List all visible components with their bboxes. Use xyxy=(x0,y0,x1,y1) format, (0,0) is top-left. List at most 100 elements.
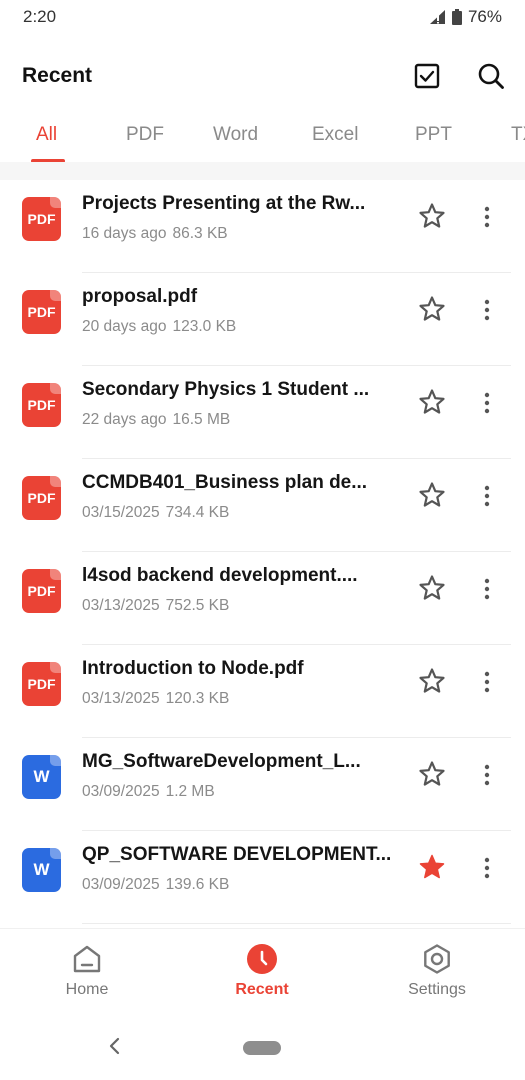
tab-all[interactable]: All xyxy=(36,124,57,146)
file-date: 03/15/2025 xyxy=(82,504,160,521)
file-row[interactable]: PDF Projects Presenting at the Rw... 16 … xyxy=(0,180,525,273)
file-row[interactable]: PDF l4sod backend development.... 03/13/… xyxy=(0,552,525,645)
pdf-file-icon: PDF xyxy=(22,290,61,334)
file-name: Introduction to Node.pdf xyxy=(82,658,304,679)
star-outline-icon[interactable] xyxy=(418,295,446,323)
clock-icon xyxy=(247,944,277,974)
file-meta: 16 days ago 86.3 KB xyxy=(82,225,228,243)
tabs-separator xyxy=(0,162,525,180)
nav-settings[interactable]: Settings xyxy=(382,943,492,999)
file-size: 86.3 KB xyxy=(172,225,228,242)
star-outline-icon[interactable] xyxy=(418,481,446,509)
star-outline-icon[interactable] xyxy=(418,388,446,416)
word-file-icon: W xyxy=(22,848,61,892)
recent-file-list: PDF Projects Presenting at the Rw... 16 … xyxy=(0,180,525,928)
file-row[interactable]: PDF Secondary Physics 1 Student ... 22 d… xyxy=(0,366,525,459)
file-row[interactable]: PDF Introduction to Node.pdf 03/13/2025 1… xyxy=(0,645,525,738)
file-date: 22 days ago xyxy=(82,411,167,428)
star-outline-icon[interactable] xyxy=(418,760,446,788)
file-type-label: PDF xyxy=(27,304,56,320)
more-options-icon[interactable] xyxy=(476,295,498,325)
file-name: QP_SOFTWARE DEVELOPMENT... xyxy=(82,844,392,865)
nav-recent[interactable]: Recent xyxy=(207,943,317,999)
file-type-label: W xyxy=(33,860,50,879)
file-row[interactable]: W MG_SoftwareDevelopment_L... 03/09/2025… xyxy=(0,738,525,831)
checkbox-icon[interactable] xyxy=(412,61,442,91)
more-options-icon[interactable] xyxy=(476,388,498,418)
file-date: 03/13/2025 xyxy=(82,690,160,707)
file-meta: 03/15/2025 734.4 KB xyxy=(82,504,229,522)
file-meta: 22 days ago 16.5 MB xyxy=(82,411,230,429)
search-icon[interactable] xyxy=(476,61,506,91)
more-options-icon[interactable] xyxy=(476,853,498,883)
more-options-icon[interactable] xyxy=(476,481,498,511)
tab-excel[interactable]: Excel xyxy=(312,124,358,146)
more-options-icon[interactable] xyxy=(476,574,498,604)
file-meta: 03/09/2025 139.6 KB xyxy=(82,876,229,894)
star-outline-icon[interactable] xyxy=(418,667,446,695)
pdf-file-icon: PDF xyxy=(22,476,61,520)
pdf-file-icon: PDF xyxy=(22,569,61,613)
status-time: 2:20 xyxy=(23,7,57,26)
more-options-icon[interactable] xyxy=(476,760,498,790)
file-row[interactable]: W QP_SOFTWARE DEVELOPMENT... 03/09/2025 1… xyxy=(0,831,525,924)
file-date: 16 days ago xyxy=(82,225,167,242)
file-date: 20 days ago xyxy=(82,318,167,335)
file-row[interactable]: PDF CCMDB401_Business plan de... 03/15/2… xyxy=(0,459,525,552)
file-name: Projects Presenting at the Rw... xyxy=(82,193,366,214)
file-size: 1.2 MB xyxy=(165,783,215,800)
file-size: 16.5 MB xyxy=(172,411,231,428)
settings-icon xyxy=(424,944,450,974)
tab-txt[interactable]: TXT xyxy=(511,124,525,146)
file-meta: 03/13/2025 120.3 KB xyxy=(82,690,229,708)
more-options-icon[interactable] xyxy=(476,202,498,232)
nav-settings-label: Settings xyxy=(408,981,466,998)
file-type-label: PDF xyxy=(27,676,56,692)
file-date: 03/09/2025 xyxy=(82,876,160,893)
file-meta: 20 days ago 123.0 KB xyxy=(82,318,236,336)
file-size: 734.4 KB xyxy=(165,504,230,521)
home-icon xyxy=(73,945,101,973)
star-outline-icon[interactable] xyxy=(418,202,446,230)
status-indicators: 76% xyxy=(429,7,502,27)
file-type-label: PDF xyxy=(27,397,56,413)
home-pill[interactable] xyxy=(243,1041,281,1055)
file-size: 120.3 KB xyxy=(165,690,230,707)
app-header: Recent xyxy=(0,50,525,102)
file-size: 139.6 KB xyxy=(165,876,230,893)
tab-ppt[interactable]: PPT xyxy=(415,124,452,146)
file-meta: 03/13/2025 752.5 KB xyxy=(82,597,229,615)
nav-home-label: Home xyxy=(65,981,109,998)
nav-home[interactable]: Home xyxy=(32,943,142,999)
file-name: proposal.pdf xyxy=(82,286,198,307)
battery-icon xyxy=(451,9,462,25)
pdf-file-icon: PDF xyxy=(22,197,61,241)
star-outline-icon[interactable] xyxy=(418,574,446,602)
signal-icon xyxy=(429,10,445,24)
file-type-tabs: All PDF Word Excel PPT TXT xyxy=(0,112,525,162)
battery-percent: 76% xyxy=(467,7,502,26)
file-type-label: PDF xyxy=(27,490,56,506)
system-navigation-bar xyxy=(0,1014,525,1080)
file-name: Secondary Physics 1 Student ... xyxy=(82,379,370,400)
star-filled-icon[interactable] xyxy=(418,853,446,881)
back-icon[interactable] xyxy=(105,1036,125,1056)
file-date: 03/09/2025 xyxy=(82,783,160,800)
nav-recent-label: Recent xyxy=(235,981,289,998)
file-type-label: PDF xyxy=(27,211,56,227)
file-meta: 03/09/2025 1.2 MB xyxy=(82,783,215,801)
file-row[interactable]: PDF proposal.pdf 20 days ago 123.0 KB xyxy=(0,273,525,366)
pdf-file-icon: PDF xyxy=(22,383,61,427)
word-file-icon: W xyxy=(22,755,61,799)
file-type-label: PDF xyxy=(27,583,56,599)
file-name: CCMDB401_Business plan de... xyxy=(82,472,368,493)
file-name: l4sod backend development.... xyxy=(82,565,358,586)
more-options-icon[interactable] xyxy=(476,667,498,697)
file-name: MG_SoftwareDevelopment_L... xyxy=(82,751,361,772)
pdf-file-icon: PDF xyxy=(22,662,61,706)
tab-word[interactable]: Word xyxy=(213,124,258,146)
file-type-label: W xyxy=(33,767,50,786)
status-bar: 2:20 76% xyxy=(0,0,525,34)
file-date: 03/13/2025 xyxy=(82,597,160,614)
tab-pdf[interactable]: PDF xyxy=(126,124,164,146)
